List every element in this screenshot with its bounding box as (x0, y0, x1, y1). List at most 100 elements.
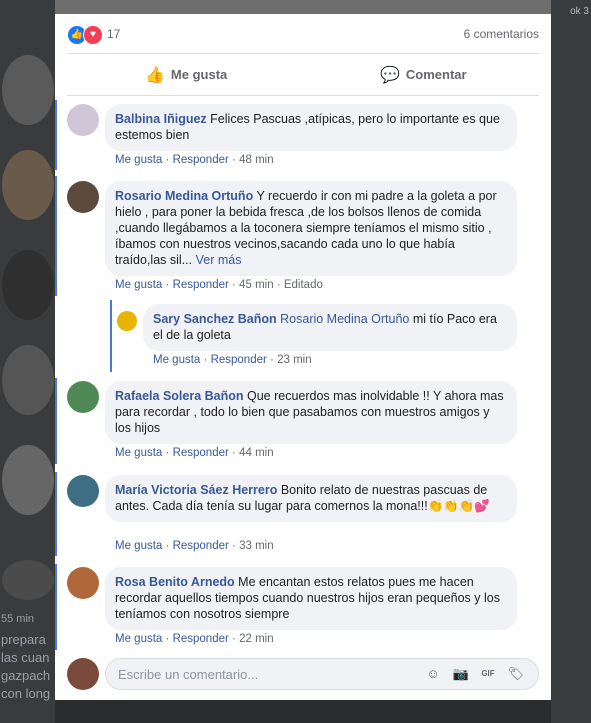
avatar[interactable] (67, 381, 99, 413)
background-text: las cuan (1, 650, 50, 665)
background-text: ok 3 (570, 6, 589, 17)
camera-icon[interactable]: 📷 (452, 665, 470, 683)
comments-count-link[interactable]: 6 comentarios (464, 27, 539, 41)
comment-reply-link[interactable]: Responder (173, 154, 229, 166)
avatar[interactable] (67, 181, 99, 213)
comment-like-link[interactable]: Me gusta (115, 154, 162, 166)
avatar[interactable] (67, 104, 99, 136)
reply-like-link[interactable]: Me gusta (153, 354, 200, 366)
comment-author[interactable]: Rosa Benito Arnedo (115, 575, 235, 589)
thread-line (55, 176, 57, 296)
separator: · (165, 154, 170, 166)
comment-time[interactable]: 33 min (239, 540, 274, 552)
comment-like-link[interactable]: Me gusta (115, 540, 162, 552)
comment-time[interactable]: 44 min (239, 447, 274, 459)
comment-reply-link[interactable]: Responder (173, 447, 229, 459)
separator: · (276, 279, 281, 291)
post-stats: 👍 ♥ 17 6 comentarios (67, 24, 539, 45)
comment-time[interactable]: 22 min (239, 633, 274, 645)
comment-input[interactable]: Escribe un comentario... ☺ 📷 GIF 🏷 (105, 658, 539, 690)
emoji-icon[interactable]: ☺ (424, 665, 442, 683)
comment-time[interactable]: 45 min (239, 279, 274, 291)
reply-mention[interactable]: Rosario Medina Ortuño (280, 312, 409, 326)
comment-bubble: Rafaela Solera Bañon Que recuerdos mas i… (105, 381, 517, 444)
comment-bubble: Balbina Iñiguez Felices Pascuas ,atípica… (105, 104, 517, 151)
avatar[interactable] (117, 311, 137, 331)
divider (67, 95, 539, 96)
gif-icon[interactable]: GIF (479, 665, 497, 683)
background-avatar (2, 150, 54, 220)
comment-time[interactable]: 48 min (239, 154, 274, 166)
comment-reply-link[interactable]: Responder (173, 633, 229, 645)
comment-meta: Me gusta · Responder · 33 min (115, 540, 274, 552)
thumbs-up-icon: 👍 (145, 66, 165, 84)
reply-author[interactable]: Sary Sanchez Bañon (153, 312, 277, 326)
reply-thread-line (110, 300, 112, 372)
background-avatar (2, 560, 54, 600)
comment-composer: Escribe un comentario... ☺ 📷 GIF 🏷 (67, 656, 541, 694)
comment-bubble: Rosario Medina Ortuño Y recuerdo ir con … (105, 181, 517, 276)
comment-reply-link[interactable]: Responder (173, 540, 229, 552)
background-text: con long (1, 686, 51, 701)
comment-meta: Me gusta · Responder · 45 min · Editado (115, 279, 323, 291)
separator: · (165, 447, 170, 459)
background-feed-right: ok 3 (551, 0, 591, 723)
separator: · (165, 633, 170, 645)
speech-bubble-icon: 💬 (380, 66, 400, 84)
thread-line (55, 100, 57, 170)
comment-bubble: María Victoria Sáez Herrero Bonito relat… (105, 475, 517, 522)
comment-input-placeholder: Escribe un comentario... (118, 667, 259, 682)
divider (67, 53, 539, 54)
love-icon[interactable]: ♥ (83, 25, 103, 45)
separator: · (232, 154, 236, 166)
separator: · (232, 447, 236, 459)
comment-author[interactable]: Balbina Iñiguez (115, 112, 207, 126)
background-avatar (2, 55, 54, 125)
comment-author[interactable]: Rafaela Solera Bañon (115, 389, 244, 403)
background-text: prepara (1, 632, 46, 647)
post-photo[interactable] (55, 0, 551, 14)
comment-like-link[interactable]: Me gusta (115, 633, 162, 645)
avatar[interactable] (67, 475, 99, 507)
background-text: gazpach (1, 668, 51, 683)
separator: · (232, 633, 236, 645)
comment-meta: Me gusta · Responder · 22 min (115, 633, 274, 645)
thread-line (55, 378, 57, 464)
current-user-avatar[interactable] (67, 658, 99, 690)
edited-label: Editado (283, 279, 323, 291)
reply-reply-link[interactable]: Responder (211, 354, 267, 366)
thread-line (55, 472, 57, 556)
sticker-icon[interactable]: 🏷 (507, 665, 525, 683)
separator: · (165, 540, 170, 552)
background-avatar (2, 345, 54, 415)
separator: · (232, 540, 236, 552)
reaction-count[interactable]: 17 (107, 27, 120, 41)
separator: · (203, 354, 208, 366)
background-text: 55 min (1, 613, 35, 625)
comment-meta: Me gusta · Responder · 48 min (115, 154, 274, 166)
separator: · (165, 279, 170, 291)
avatar[interactable] (67, 567, 99, 599)
comment-author[interactable]: Rosario Medina Ortuño (115, 189, 253, 203)
see-more-link[interactable]: Ver más (196, 253, 242, 267)
comment-button[interactable]: 💬 Comentar (380, 60, 467, 90)
thread-line (55, 564, 57, 650)
comment-button-label: Comentar (405, 67, 467, 82)
reply-bubble: Sary Sanchez Bañon Rosario Medina Ortuño… (143, 304, 517, 351)
separator: · (270, 354, 274, 366)
comment-meta: Me gusta · Responder · 44 min (115, 447, 274, 459)
separator: · (232, 279, 236, 291)
comment-like-link[interactable]: Me gusta (115, 447, 162, 459)
comment-author[interactable]: María Victoria Sáez Herrero (115, 483, 277, 497)
comment-like-link[interactable]: Me gusta (115, 279, 162, 291)
comment-bubble: Rosa Benito Arnedo Me encantan estos rel… (105, 567, 517, 630)
background-avatar (2, 445, 54, 515)
like-button-label: Me gusta (170, 67, 228, 82)
comment-reply-link[interactable]: Responder (173, 279, 229, 291)
background-feed-left: 55 min prepara las cuan gazpach con long (0, 0, 55, 723)
post-comments-panel: 👍 ♥ 17 6 comentarios 👍 Me gusta 💬 Comentar… (55, 0, 551, 700)
reply-time[interactable]: 23 min (277, 354, 312, 366)
reply-meta: Me gusta · Responder · 23 min (153, 354, 312, 366)
like-button[interactable]: 👍 Me gusta (145, 60, 227, 90)
background-avatar (2, 250, 54, 320)
